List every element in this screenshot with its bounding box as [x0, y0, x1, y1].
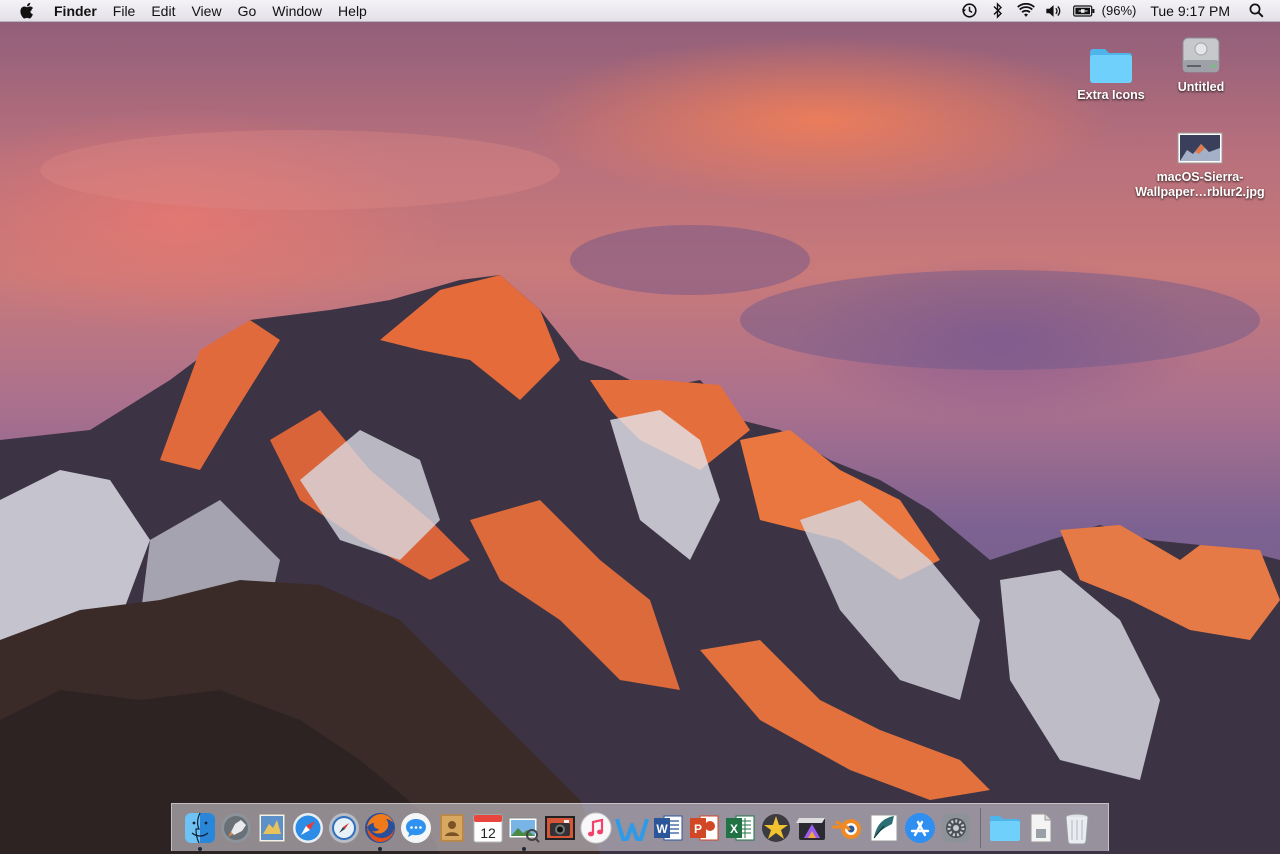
dock-preview-bird[interactable]: [254, 805, 290, 851]
powerpoint-icon: P: [690, 815, 719, 840]
app-store-icon: [905, 812, 935, 843]
blender-icon: [831, 818, 861, 839]
dock-firefox[interactable]: [362, 805, 398, 851]
dock-powerpoint[interactable]: P: [686, 805, 722, 851]
desktop-item-label: Extra Icons: [1077, 88, 1145, 102]
calendar-icon: 12: [473, 814, 503, 842]
file-label-line-1: macOS-Sierra-: [1156, 170, 1244, 184]
dock-downloads-folder[interactable]: [987, 805, 1023, 851]
desktop-item-label: macOS-Sierra- Wallpaper…rblur2.jpg: [1125, 170, 1275, 200]
dock-quill[interactable]: [866, 805, 902, 851]
running-indicator: [198, 846, 202, 851]
document-icon: [1030, 813, 1052, 842]
dock-launchpad[interactable]: [218, 805, 254, 851]
dock-imovie[interactable]: [758, 805, 794, 851]
messages-icon: [401, 812, 431, 843]
excel-icon: X: [726, 815, 755, 840]
menu-help[interactable]: Help: [330, 0, 375, 22]
time-machine-icon[interactable]: [961, 2, 979, 20]
compass-icon: [329, 812, 359, 843]
firefox-icon: [365, 812, 395, 843]
trash-icon: [1065, 813, 1089, 844]
volume-icon[interactable]: [1045, 2, 1063, 20]
menu-go[interactable]: Go: [230, 0, 265, 22]
dock-itunes[interactable]: [578, 805, 614, 851]
dock: 12 W P X: [171, 803, 1109, 851]
launchpad-icon: [221, 812, 251, 843]
desktop-item-untitled-drive[interactable]: Untitled: [1153, 30, 1249, 95]
menu-view[interactable]: View: [183, 0, 229, 22]
image-file-icon: [1125, 118, 1275, 164]
dock-compass[interactable]: [326, 805, 362, 851]
imovie-star-icon: [762, 813, 790, 842]
system-preferences-icon: [942, 813, 970, 842]
dock-messages[interactable]: [398, 805, 434, 851]
menu-file[interactable]: File: [105, 0, 144, 22]
hard-drive-icon: [1153, 30, 1249, 76]
dock-documents-stack[interactable]: [1023, 805, 1059, 851]
menubar-clock[interactable]: Tue 9:17 PM: [1150, 3, 1230, 19]
downloads-folder-icon: [990, 815, 1020, 841]
folder-icon: [1063, 38, 1159, 84]
dock-final-cut[interactable]: [794, 805, 830, 851]
battery-icon[interactable]: [1072, 2, 1095, 20]
dock-contacts[interactable]: [434, 805, 470, 851]
bluetooth-icon[interactable]: [989, 2, 1007, 20]
safari-icon: [293, 812, 323, 843]
battery-percentage[interactable]: (96%): [1102, 3, 1137, 18]
spotlight-search-icon[interactable]: [1247, 2, 1265, 20]
dock-blender[interactable]: [830, 805, 866, 851]
dock-preview[interactable]: [506, 805, 542, 851]
dock-app-store[interactable]: [902, 805, 938, 851]
dock-safari[interactable]: [290, 805, 326, 851]
apple-menu-icon[interactable]: [18, 2, 34, 20]
contacts-icon: [440, 813, 464, 842]
menu-bar: Finder File Edit View Go Window Help (96…: [0, 0, 1280, 22]
desktop-item-extra-icons[interactable]: Extra Icons: [1063, 38, 1159, 103]
dock-wunderlist[interactable]: [614, 805, 650, 851]
itunes-icon: [580, 812, 612, 843]
dock-trash[interactable]: [1059, 805, 1095, 851]
word-icon: W: [654, 815, 683, 840]
file-label-line-2: Wallpaper…rblur2.jpg: [1135, 185, 1265, 199]
final-cut-icon: [796, 817, 825, 840]
svg-text:X: X: [730, 822, 738, 836]
dock-word[interactable]: W: [650, 805, 686, 851]
menu-window[interactable]: Window: [264, 0, 330, 22]
dock-calendar[interactable]: 12: [470, 805, 506, 851]
menu-app-finder[interactable]: Finder: [52, 0, 105, 22]
running-indicator: [378, 846, 382, 851]
svg-text:W: W: [656, 822, 668, 836]
mountain-wallpaper-art: [0, 130, 1280, 854]
preview-icon: [508, 817, 540, 843]
menu-edit[interactable]: Edit: [143, 0, 183, 22]
dock-separator: [980, 807, 981, 848]
calendar-date: 12: [480, 825, 496, 841]
svg-text:P: P: [694, 822, 702, 836]
dock-system-preferences[interactable]: [938, 805, 974, 851]
finder-icon: [185, 812, 215, 843]
preview-bird-icon: [258, 813, 286, 842]
desktop-item-label: Untitled: [1177, 80, 1225, 94]
dock-finder[interactable]: [182, 805, 218, 851]
desktop-item-wallpaper-file[interactable]: macOS-Sierra- Wallpaper…rblur2.jpg: [1125, 118, 1275, 200]
wifi-icon[interactable]: [1016, 2, 1035, 20]
running-indicator: [522, 846, 526, 851]
photo-booth-icon: [545, 815, 575, 840]
quill-icon: [870, 814, 898, 841]
dock-photo-booth[interactable]: [542, 805, 578, 851]
wunderlist-icon: [615, 817, 649, 841]
dock-excel[interactable]: X: [722, 805, 758, 851]
